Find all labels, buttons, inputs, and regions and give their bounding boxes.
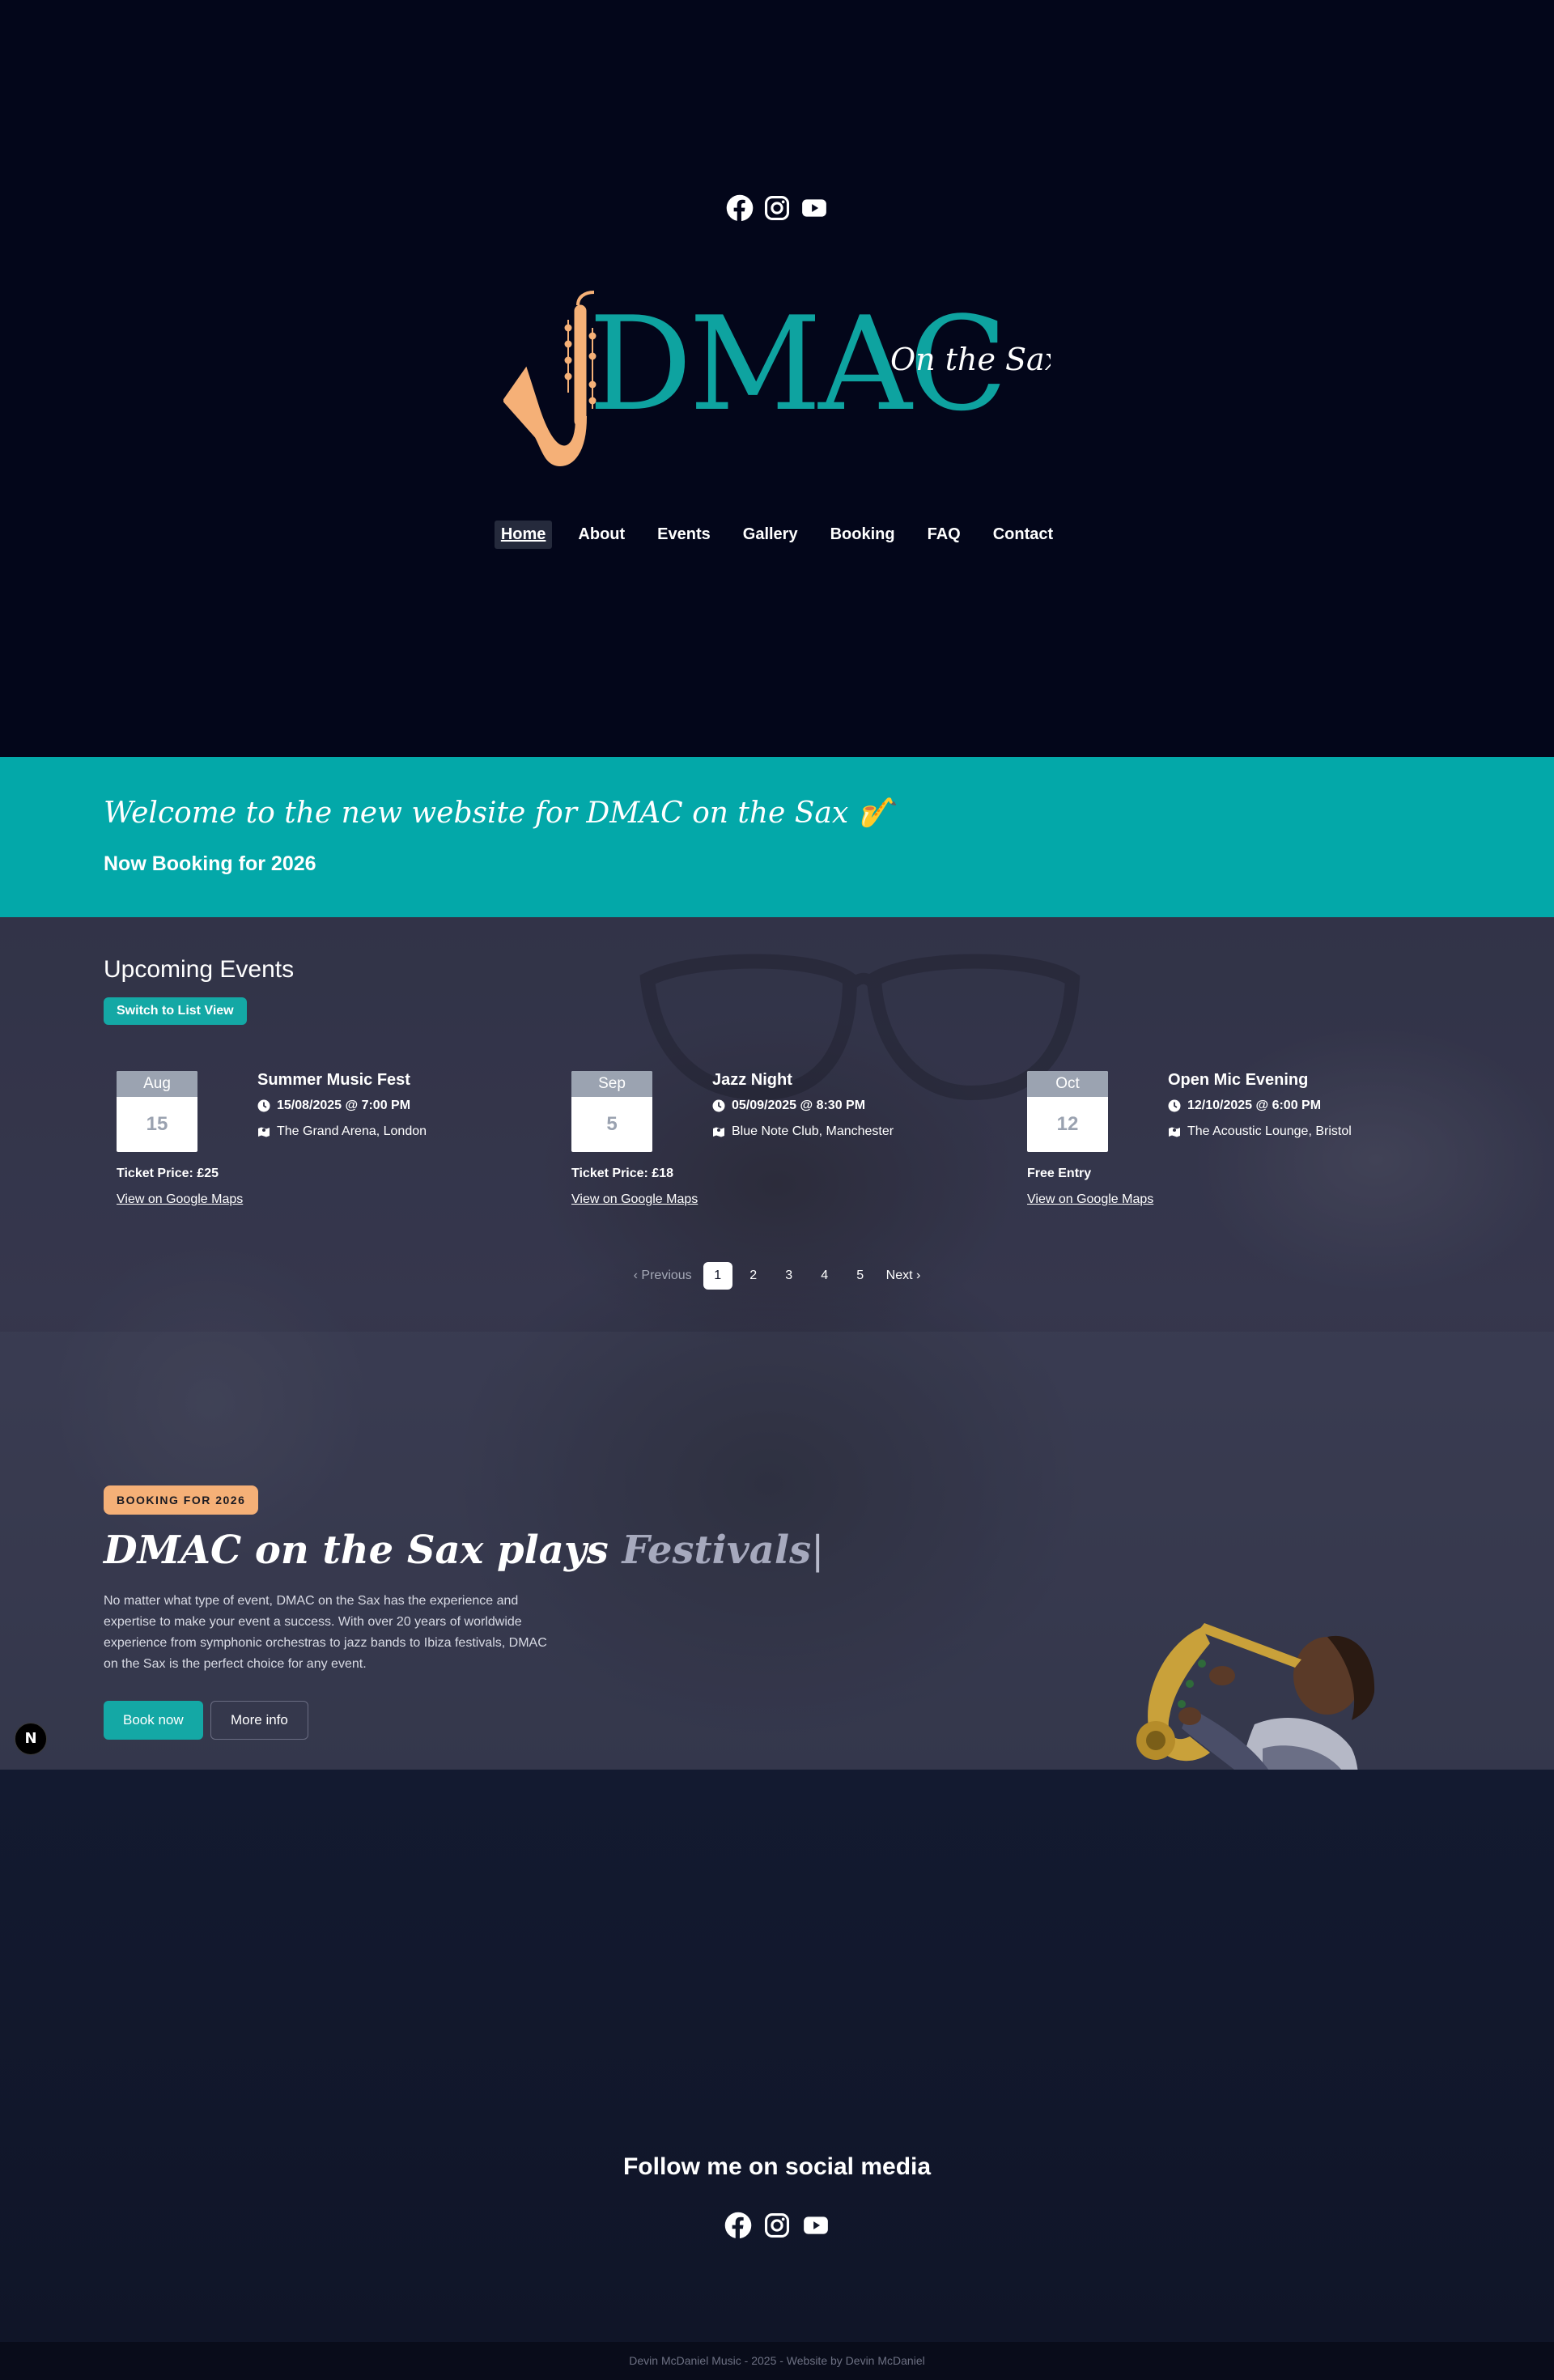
event-month: Sep [571,1071,652,1097]
event-price: Ticket Price: £25 [117,1167,219,1180]
event-card: Aug 15 Summer Music Fest 15/08/2025 @ 7:… [104,1071,541,1233]
pagination-next-label: Next [885,1269,913,1282]
hero-title-prefix: DMAC on the Sax plays [104,1528,609,1573]
event-datetime-text: 05/09/2025 @ 8:30 PM [732,1099,866,1112]
banner-subtitle: Now Booking for 2026 [104,852,316,875]
more-info-button[interactable]: More info [210,1701,308,1740]
event-price: Ticket Price: £18 [571,1167,674,1180]
event-title: Jazz Night [712,1071,792,1089]
clock-icon [712,1099,725,1112]
event-venue: Blue Note Club, Manchester [712,1124,894,1139]
event-price: Free Entry [1027,1167,1092,1180]
event-title: Summer Music Fest [257,1071,410,1089]
events-pagination: ‹ Previous 1 2 3 4 5 Next › [0,1262,1554,1290]
nav-booking[interactable]: Booking [824,521,902,549]
main-nav: Home About Events Gallery Booking FAQ Co… [0,521,1554,549]
header-social-links [0,194,1554,222]
chevron-left-icon: ‹ [633,1269,642,1282]
nav-faq[interactable]: FAQ [921,521,967,549]
event-card: Oct 12 Open Mic Evening 12/10/2025 @ 6:0… [1014,1071,1451,1233]
event-datetime-text: 15/08/2025 @ 7:00 PM [277,1099,411,1112]
event-datetime: 05/09/2025 @ 8:30 PM [712,1099,865,1113]
switch-to-list-view-button[interactable]: Switch to List View [104,997,247,1025]
map-icon [258,1127,270,1137]
nav-about[interactable]: About [571,521,631,549]
saxophone-logo-icon [503,291,597,467]
instagram-icon[interactable] [763,194,791,222]
event-day: 12 [1056,1113,1079,1135]
pagination-page-3[interactable]: 3 [775,1262,804,1290]
chevron-right-icon: › [912,1269,921,1282]
event-datetime: 12/10/2025 @ 6:00 PM [1168,1099,1321,1113]
nextjs-dev-badge-icon[interactable]: N [15,1723,47,1755]
nav-contact[interactable]: Contact [987,521,1059,549]
nav-events[interactable]: Events [651,521,717,549]
site-logo[interactable]: DMAC On the Sax [503,287,1051,474]
nav-home[interactable]: Home [494,521,553,549]
nav-gallery[interactable]: Gallery [737,521,805,549]
pagination-page-4[interactable]: 4 [810,1262,839,1290]
follow-heading: Follow me on social media [622,2153,932,2180]
event-day: 15 [146,1113,168,1135]
upcoming-events-section: Upcoming Events Switch to List View Aug … [0,917,1554,1332]
event-date-badge: Aug 15 [117,1071,197,1152]
event-title: Open Mic Evening [1168,1071,1309,1089]
event-map-link[interactable]: View on Google Maps [571,1192,698,1207]
pagination-next[interactable]: Next › [881,1262,926,1290]
pagination-page-2[interactable]: 2 [739,1262,768,1290]
event-datetime-text: 12/10/2025 @ 6:00 PM [1187,1099,1322,1112]
typing-caret-icon: | [811,1528,825,1573]
site-header: DMAC On the Sax Home About Events Galler… [0,0,1554,757]
youtube-icon[interactable] [802,2212,830,2239]
pagination-previous-label: Previous [641,1269,692,1282]
map-icon [1169,1127,1180,1137]
event-venue: The Grand Arena, London [257,1124,427,1139]
site-footer: Devin McDaniel Music - 2025 - Website by… [0,2342,1554,2380]
hero-title-rotating-word: Festivals [622,1528,812,1573]
event-venue-text: Blue Note Club, Manchester [732,1124,894,1138]
footer-text: Devin McDaniel Music - 2025 - Website by… [629,2354,925,2367]
map-icon [713,1127,724,1137]
event-venue: The Acoustic Lounge, Bristol [1168,1124,1352,1139]
event-venue-text: The Acoustic Lounge, Bristol [1187,1124,1352,1138]
event-month: Oct [1027,1071,1108,1097]
event-day: 5 [606,1113,618,1135]
facebook-icon[interactable] [724,2212,752,2239]
event-date-badge: Sep 5 [571,1071,652,1152]
pagination-previous[interactable]: ‹ Previous [629,1262,697,1290]
social-follow-section: Follow me on social media [0,1770,1554,2344]
event-month: Aug [117,1071,197,1097]
logo-tagline: On the Sax [890,342,1051,377]
banner-title: Welcome to the new website for DMAC on t… [104,797,894,830]
pagination-page-1[interactable]: 1 [703,1262,732,1290]
event-card: Sep 5 Jazz Night 05/09/2025 @ 8:30 PM Bl… [558,1071,996,1233]
welcome-banner: Welcome to the new website for DMAC on t… [0,757,1554,917]
events-heading: Upcoming Events [104,956,295,983]
event-venue-text: The Grand Arena, London [277,1124,427,1138]
hero-description: No matter what type of event, DMAC on th… [104,1594,547,1671]
footer-social-links [0,2212,1554,2239]
event-map-link[interactable]: View on Google Maps [117,1192,243,1207]
clock-icon [1168,1099,1181,1112]
clock-icon [257,1099,270,1112]
facebook-icon[interactable] [726,194,754,222]
pagination-page-5[interactable]: 5 [846,1262,875,1290]
event-date-badge: Oct 12 [1027,1071,1108,1152]
youtube-icon[interactable] [800,194,828,222]
hero-title: DMAC on the Sax plays Festivals| [104,1528,824,1573]
event-map-link[interactable]: View on Google Maps [1027,1192,1153,1207]
event-datetime: 15/08/2025 @ 7:00 PM [257,1099,410,1113]
book-now-button[interactable]: Book now [104,1701,203,1740]
booking-badge: BOOKING FOR 2026 [104,1485,259,1515]
instagram-icon[interactable] [763,2212,791,2239]
